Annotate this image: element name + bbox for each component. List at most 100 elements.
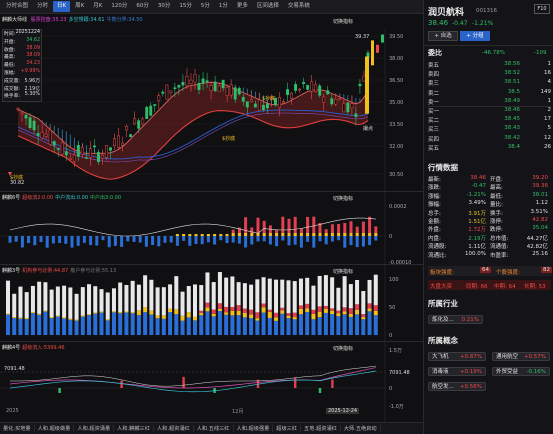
concept-tag[interactable]: 通用航空 +0.57% <box>492 352 550 361</box>
quote-value: 1.72万 <box>468 227 486 234</box>
order-price: 38.5 <box>507 88 520 95</box>
quote-value: 38.46 <box>470 175 486 181</box>
concept-name: 通用航空 <box>496 354 519 360</box>
info-row: 换手率: 5.30% <box>3 92 41 100</box>
toolbar-tab[interactable]: 1分 <box>215 1 232 12</box>
order-volume: 2 <box>547 107 552 113</box>
toolbar-tab[interactable]: 周K <box>71 1 88 12</box>
concept-section-title: 所属概念 <box>428 336 458 345</box>
order-price: 38.4 <box>507 143 520 150</box>
toolbar-tab[interactable]: 交易系统 <box>284 1 314 12</box>
concept-tag[interactable]: 外贸受益 -0.16% <box>492 367 550 376</box>
info-row: 开盘: 34.62 <box>3 38 41 46</box>
info-label: 时间: <box>4 32 16 37</box>
chart-annotation: $抄底 <box>262 95 275 102</box>
stock-strength-label: 个股强度: <box>496 270 520 276</box>
capital-label: 大盘大资 <box>430 284 453 290</box>
strategy-tab[interactable]: 人和.五线三红 <box>194 425 234 432</box>
f10-button[interactable]: F10 <box>534 4 550 14</box>
order-level: 卖一 <box>428 99 440 106</box>
industry-tag[interactable]: 炼化及... 0.21% <box>428 315 483 324</box>
strategy-tab[interactable]: 量化.买地量 <box>0 425 35 432</box>
order-price: 38.43 <box>504 125 520 132</box>
stock-strength-value: 82 <box>541 267 552 273</box>
order-book-row: 买二 38.45 17 <box>428 116 551 124</box>
toolbar-tab[interactable]: 分时合图 <box>2 1 32 12</box>
quote-value: 42.82亿 <box>526 244 548 251</box>
order-level: 买三 <box>428 127 440 134</box>
concept-change: -0.16% <box>526 369 546 375</box>
order-level: 卖四 <box>428 72 440 79</box>
strategy-tab[interactable]: 人和.超级做量 <box>35 425 75 432</box>
strategy-tab[interactable]: 人和.超资涌红 <box>154 425 194 432</box>
info-value: 34.23 <box>26 61 40 67</box>
sector-strength-value: 64 <box>480 267 491 273</box>
quote-label: 振幅: <box>428 202 441 209</box>
industry-section-title: 所属行业 <box>428 299 458 308</box>
info-row: 涨幅: +9.99% <box>3 69 41 77</box>
price-change: -0.47 <box>452 20 468 27</box>
concept-tag[interactable]: 消毒液 +0.19% <box>428 367 486 376</box>
add-group-button[interactable]: + 分组 <box>460 31 490 41</box>
order-volume: 1 <box>547 97 552 104</box>
axis-tick: 100 <box>389 277 399 283</box>
add-watchlist-button[interactable]: + 自选 <box>428 31 458 41</box>
info-label: 最高: <box>4 55 16 61</box>
strategy-tab[interactable]: 人和.超级强量 <box>234 425 274 432</box>
quote-label: 流通股: <box>428 244 447 251</box>
industry-change: 0.21% <box>461 317 479 323</box>
quote-label: 流通比: <box>428 252 447 259</box>
quote-label: 涨停: <box>490 219 503 225</box>
strategy-tab[interactable]: 超级三红 <box>273 425 302 432</box>
quote-label: 量比: <box>490 202 503 209</box>
strategy-tab[interactable]: 人和.超资涌量 <box>74 425 115 432</box>
strategy-tab[interactable]: 五地.超资涌红 <box>301 425 341 432</box>
price-tick: 38.00 <box>389 56 403 62</box>
toolbar-tab[interactable]: 日K <box>53 1 71 12</box>
info-label: 成交额: <box>4 86 21 92</box>
quote-label: 总手: <box>428 210 441 217</box>
order-book-row: 卖二 38.5 149 <box>428 89 551 97</box>
chart-annotation: $抄底 <box>222 135 235 142</box>
toolbar-tab[interactable]: 5分 <box>197 1 214 12</box>
panel6-chart: 0.00020-0.00010 <box>0 192 411 265</box>
toolbar-tab[interactable]: 60分 <box>132 1 153 12</box>
capital-mid: 中期: 64 <box>494 284 516 290</box>
order-volume: 26 <box>544 143 551 150</box>
order-level: 卖二 <box>428 90 440 97</box>
axis-tick: 0 <box>389 333 392 339</box>
toolbar-tab[interactable]: 30分 <box>154 1 175 12</box>
order-book-row: 卖三 38.51 4 <box>428 79 551 87</box>
quote-value: 39.36 <box>532 183 548 190</box>
toolbar-tab[interactable]: 分时 <box>33 1 52 12</box>
info-box: 时间: 20251224 开盘: 34.62 收盘: 38.09 最高: 38.09 最低: 34… <box>2 29 42 102</box>
strategy-tab[interactable]: 人和.麒麟三红 <box>114 425 154 432</box>
toolbar-tab[interactable]: 15分 <box>175 1 196 12</box>
order-level: 买四 <box>428 136 440 143</box>
quote-value: 38.01 <box>532 191 548 198</box>
order-level: 卖三 <box>428 81 440 88</box>
toolbar-tab[interactable]: 月K <box>89 1 106 12</box>
strategy-tab[interactable]: 大师.五绝启动 <box>341 425 381 432</box>
quote-label: 外盘: <box>428 227 441 234</box>
info-value: 20251224 <box>15 30 40 35</box>
toolbar-tab[interactable]: 120分 <box>107 1 131 12</box>
order-book-row: 买五 38.4 26 <box>428 144 551 152</box>
toolbar-tab[interactable]: 区间选择 <box>253 1 283 12</box>
quote-value: 3.49% <box>468 200 486 207</box>
quote-label: 换手: <box>490 210 503 217</box>
concept-tag[interactable]: 航空发... +0.56% <box>428 382 486 391</box>
order-volume: 1 <box>547 61 552 67</box>
kline-chart[interactable]: 39.50 38.00 36.50 35.00 33.50 32.00 30.50 39.37… <box>0 14 423 192</box>
order-book-row: 买四 38.42 12 <box>428 135 551 143</box>
capital-short: 同期: 66 <box>466 284 488 290</box>
concept-name: 大飞机 <box>432 354 449 360</box>
quote-label: 内盘: <box>428 235 441 242</box>
concept-change: +0.19% <box>459 369 482 375</box>
axis-tick: 0 <box>389 386 392 392</box>
order-price: 38.52 <box>504 70 520 77</box>
strategy-tab-bar: 量化.买地量 人和.超级做量 人和.超资涌量 人和.麒麟三红 人和.超资涌红 人和.五线三… <box>0 422 423 434</box>
order-price: 38.45 <box>504 116 520 123</box>
toolbar-tab[interactable]: 更多 <box>233 1 252 12</box>
concept-tag[interactable]: 大飞机 +0.87% <box>428 352 486 361</box>
